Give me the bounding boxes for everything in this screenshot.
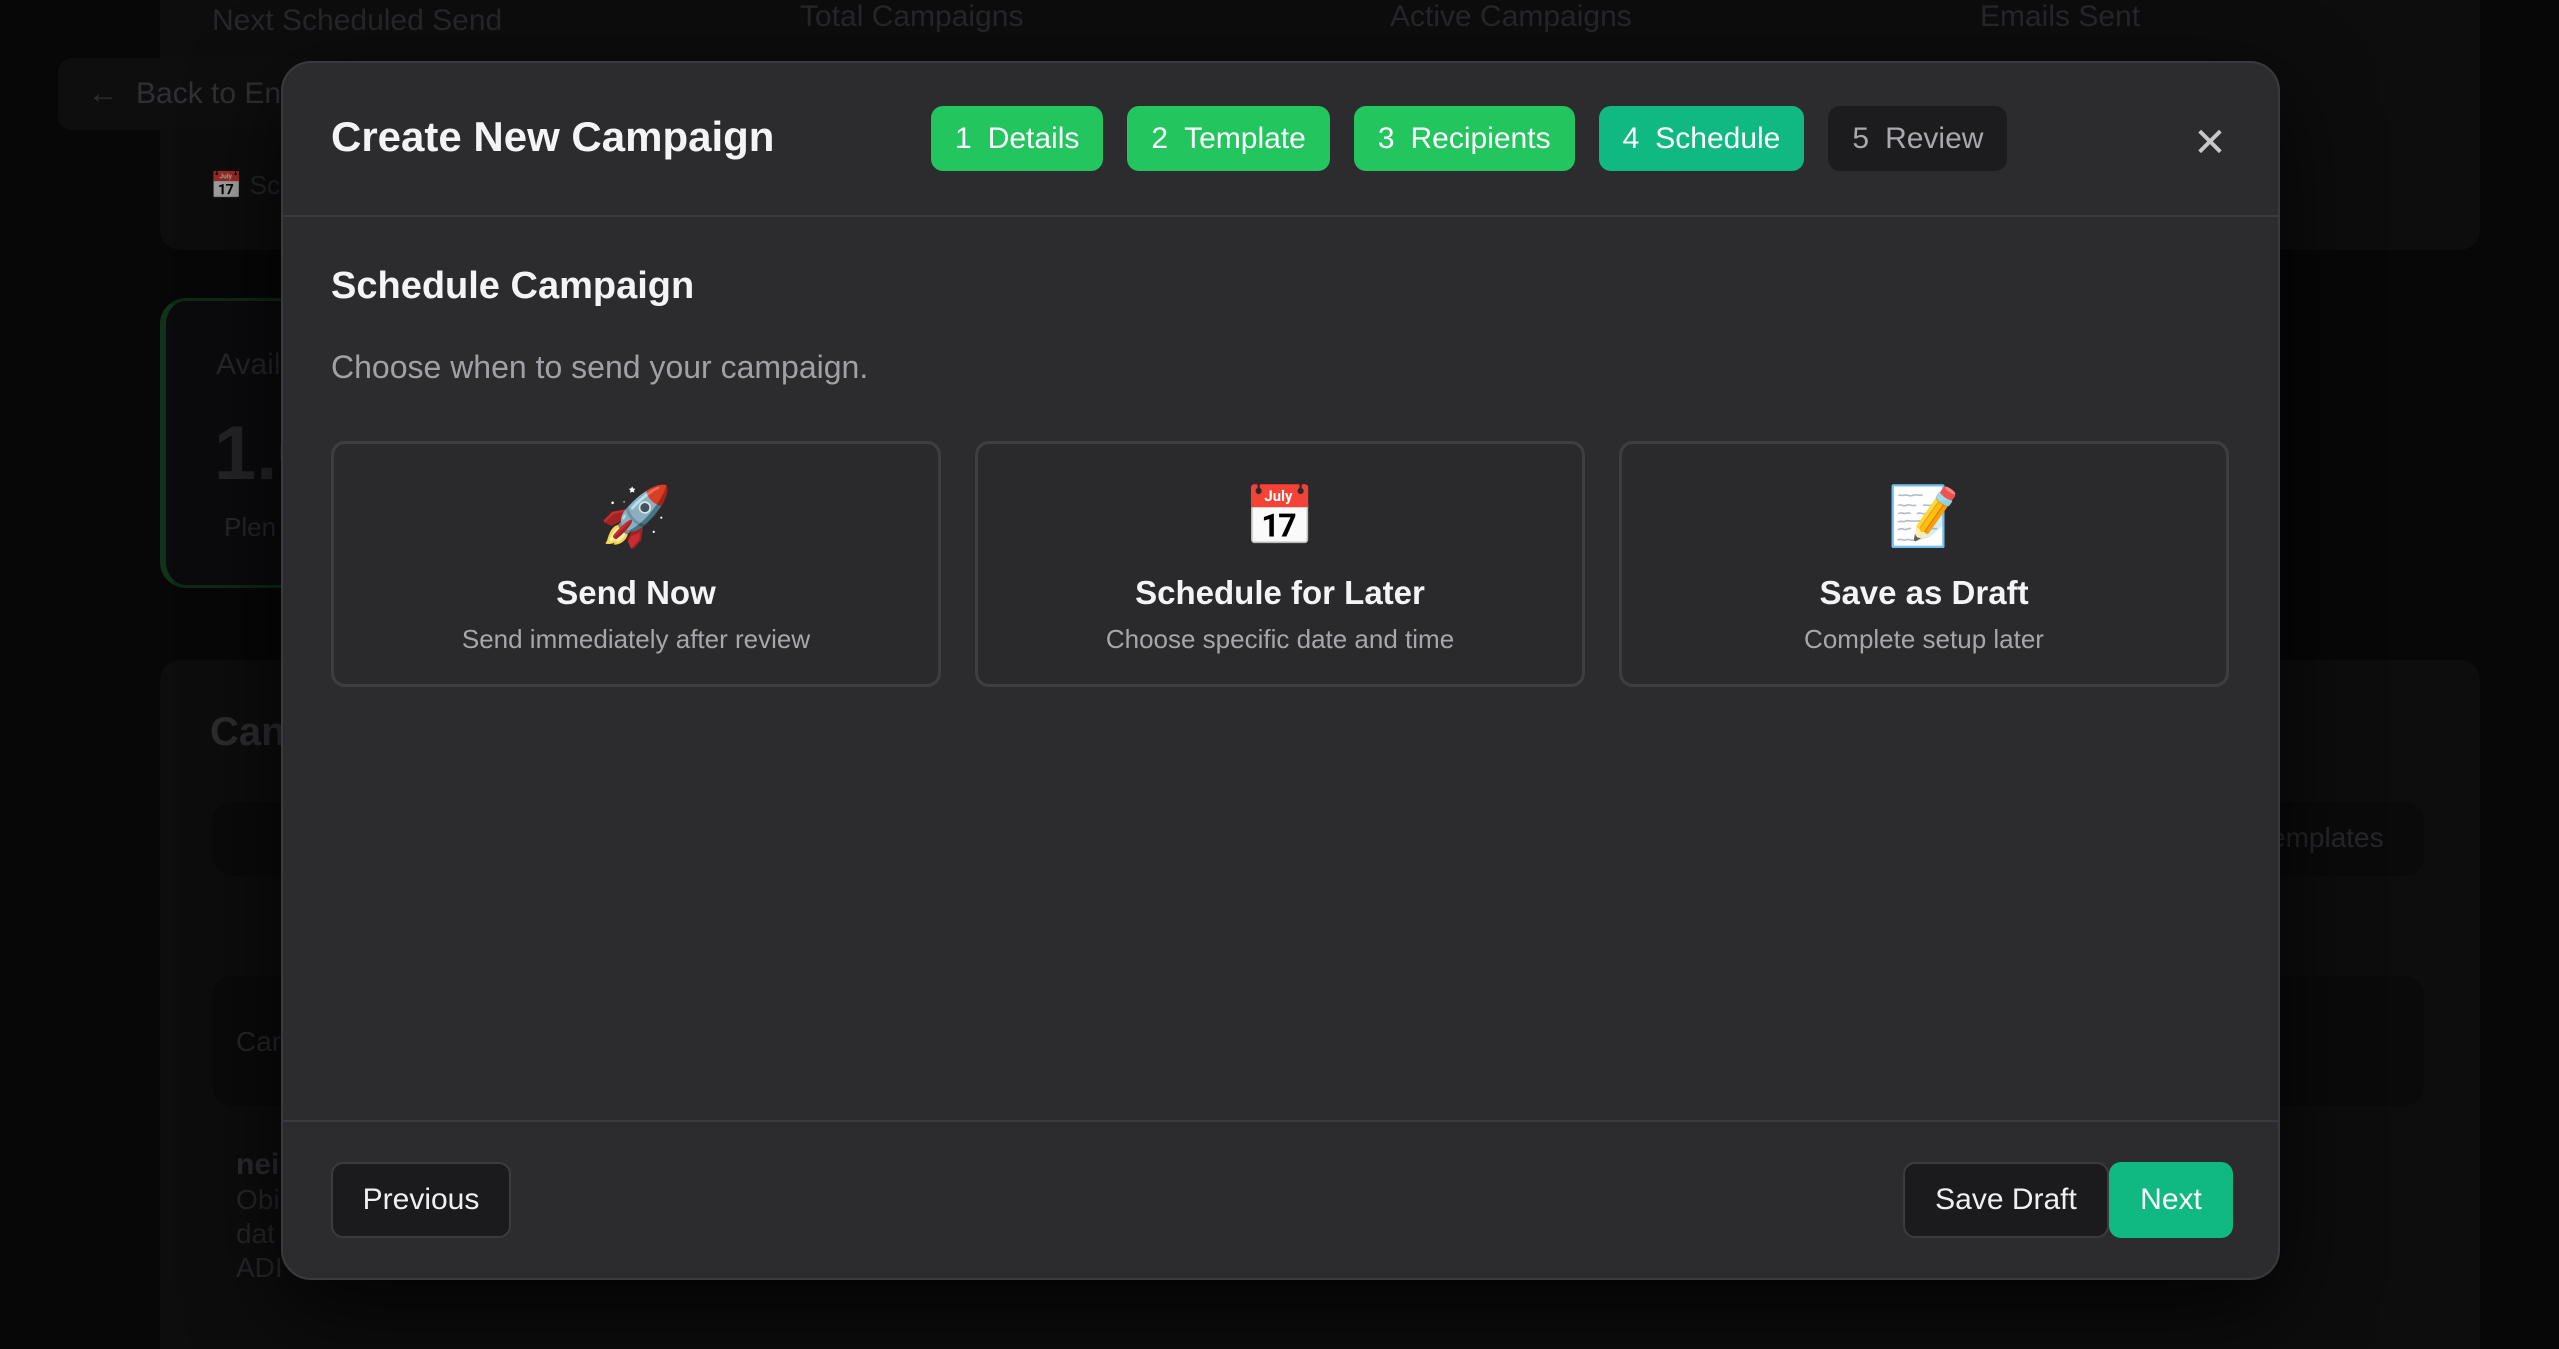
step-details[interactable]: 1 Details xyxy=(931,106,1104,171)
step-number: 5 xyxy=(1852,121,1870,155)
step-template[interactable]: 2 Template xyxy=(1127,106,1330,171)
section-description: Choose when to send your campaign. xyxy=(331,349,869,385)
option-schedule-later[interactable]: 📅 Schedule for Later Choose specific dat… xyxy=(975,441,1585,687)
close-icon[interactable]: ✕ xyxy=(2190,121,2230,165)
step-number: 4 xyxy=(1622,121,1640,155)
previous-button[interactable]: Previous xyxy=(331,1162,511,1238)
option-title: Save as Draft xyxy=(1819,574,2029,611)
step-label: Details xyxy=(987,121,1080,155)
next-button[interactable]: Next xyxy=(2109,1162,2233,1238)
step-schedule[interactable]: 4 Schedule xyxy=(1598,106,1805,171)
modal-header: Create New Campaign 1 Details 2 Template… xyxy=(283,63,2278,217)
step-recipients[interactable]: 3 Recipients xyxy=(1353,106,1575,171)
option-subtitle: Choose specific date and time xyxy=(1105,624,1455,654)
option-save-draft[interactable]: 📝 Save as Draft Complete setup later xyxy=(1619,441,2229,687)
option-subtitle: Complete setup later xyxy=(1804,624,2044,654)
step-label: Template xyxy=(1184,121,1306,155)
stepper: 1 Details 2 Template 3 Recipients 4 Sche… xyxy=(931,106,2008,171)
memo-icon: 📝 xyxy=(1887,484,1961,549)
step-label: Recipients xyxy=(1410,121,1551,155)
step-label: Schedule xyxy=(1655,121,1781,155)
schedule-options: 🚀 Send Now Send immediately after review… xyxy=(331,441,2229,687)
option-title: Send Now xyxy=(556,574,716,611)
section-title: Schedule Campaign xyxy=(331,265,695,307)
modal-title: Create New Campaign xyxy=(331,113,775,160)
save-draft-button[interactable]: Save Draft xyxy=(1903,1162,2109,1238)
step-label: Review xyxy=(1885,121,1984,155)
calendar-icon: 📅 xyxy=(1243,484,1317,549)
step-review[interactable]: 5 Review xyxy=(1828,106,2008,171)
step-number: 3 xyxy=(1377,121,1395,155)
option-subtitle: Send immediately after review xyxy=(461,624,811,654)
step-number: 2 xyxy=(1151,121,1169,155)
rocket-icon: 🚀 xyxy=(599,484,673,549)
option-send-now[interactable]: 🚀 Send Now Send immediately after review xyxy=(331,441,941,687)
modal-footer: Previous Save Draft Next xyxy=(283,1120,2278,1278)
option-title: Schedule for Later xyxy=(1135,574,1425,611)
step-number: 1 xyxy=(955,121,972,155)
create-campaign-modal: Create New Campaign 1 Details 2 Template… xyxy=(281,61,2280,1280)
